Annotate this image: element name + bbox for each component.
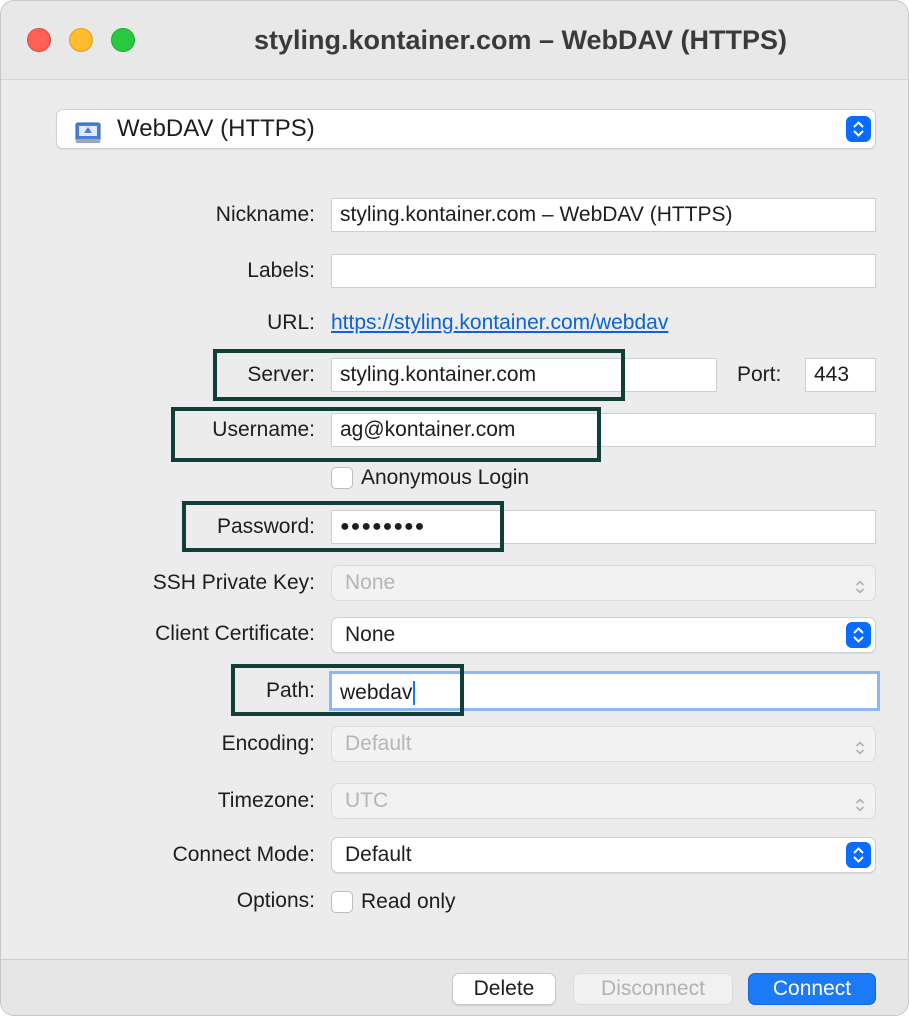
chevron-updown-icon — [846, 116, 871, 142]
path-field[interactable]: webdav — [329, 671, 880, 711]
window-title: styling.kontainer.com – WebDAV (HTTPS) — [253, 25, 788, 55]
url-link[interactable]: https://styling.kontainer.com/webdav — [331, 306, 668, 340]
ssh-key-select[interactable]: None — [331, 565, 876, 601]
nickname-label: Nickname: — [215, 203, 315, 226]
chevron-updown-icon — [855, 791, 865, 825]
connect-button[interactable]: Connect — [748, 973, 876, 1005]
username-label: Username: — [212, 418, 315, 441]
bottom-toolbar: Delete Disconnect Connect — [1, 959, 908, 1015]
anonymous-login-label: Anonymous Login — [361, 466, 530, 489]
bookmark-window: styling.kontainer.com – WebDAV (HTTPS) W… — [0, 0, 909, 1016]
options-label: Options: — [236, 889, 315, 912]
chevron-updown-icon — [846, 622, 871, 648]
protocol-select-value: WebDAV (HTTPS) — [117, 115, 315, 142]
protocol-select[interactable]: WebDAV (HTTPS) — [56, 109, 876, 149]
path-label: Path: — [265, 679, 315, 702]
encoding-label: Encoding: — [221, 732, 315, 755]
minimize-window-button[interactable] — [69, 28, 93, 52]
close-window-button[interactable] — [27, 28, 51, 52]
text-cursor — [413, 681, 416, 706]
connect-mode-label: Connect Mode: — [172, 843, 315, 866]
connect-mode-select[interactable]: Default — [331, 837, 876, 873]
disconnect-button[interactable]: Disconnect — [573, 973, 733, 1005]
ssh-key-value: None — [345, 571, 396, 594]
labels-label: Labels: — [247, 259, 315, 282]
read-only-label: Read only — [361, 890, 456, 913]
client-certificate-select[interactable]: None — [331, 617, 876, 653]
chevron-updown-icon — [846, 842, 871, 868]
url-label: URL: — [267, 311, 315, 334]
anonymous-login-checkbox[interactable] — [331, 467, 353, 489]
chevron-updown-icon — [855, 734, 865, 768]
title-bar: styling.kontainer.com – WebDAV (HTTPS) — [1, 1, 908, 80]
timezone-label: Timezone: — [217, 789, 315, 812]
server-label: Server: — [247, 363, 315, 386]
username-field[interactable]: ag@kontainer.com — [331, 413, 876, 447]
password-field[interactable]: ●●●●●●●● — [331, 510, 876, 544]
nickname-field[interactable]: styling.kontainer.com – WebDAV (HTTPS) — [331, 198, 876, 232]
path-field-value: webdav — [340, 681, 413, 704]
encoding-select[interactable]: Default — [331, 726, 876, 762]
timezone-select[interactable]: UTC — [331, 783, 876, 819]
password-label: Password: — [216, 515, 315, 538]
read-only-checkbox[interactable] — [331, 891, 353, 913]
zoom-window-button[interactable] — [111, 28, 135, 52]
client-certificate-label: Client Certificate: — [155, 622, 315, 645]
encoding-value: Default — [345, 732, 412, 755]
port-label: Port: — [737, 363, 782, 386]
network-drive-icon — [75, 118, 101, 143]
port-field[interactable]: 443 — [805, 358, 876, 392]
ssh-key-label: SSH Private Key: — [152, 571, 315, 594]
connect-mode-value: Default — [345, 843, 412, 866]
labels-field[interactable] — [331, 254, 876, 288]
chevron-updown-icon — [855, 573, 865, 607]
timezone-value: UTC — [345, 789, 389, 812]
delete-button[interactable]: Delete — [452, 973, 556, 1005]
server-field[interactable]: styling.kontainer.com — [331, 358, 717, 392]
client-certificate-value: None — [345, 623, 396, 646]
